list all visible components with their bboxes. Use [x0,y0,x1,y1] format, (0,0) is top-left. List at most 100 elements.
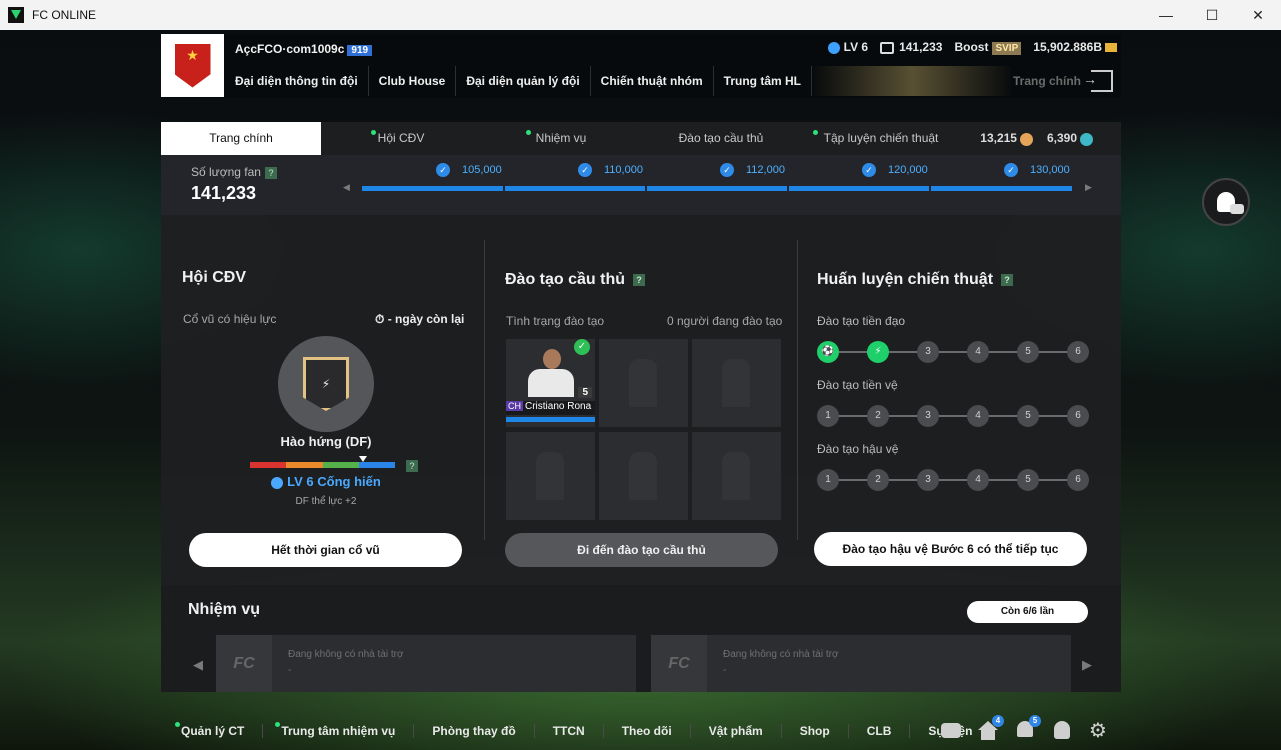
tactic-step[interactable]: 4 [967,341,989,363]
nav-training-center[interactable]: Trung tâm HL [714,66,813,96]
training-slot-empty[interactable] [692,432,781,520]
bottom-nav-club[interactable]: CLB [867,724,892,738]
help-icon[interactable]: ? [264,166,277,179]
tactic-step[interactable]: 5 [1017,469,1039,491]
check-icon: ✓ [436,163,450,177]
training-count: 0 người đang đào tạo [667,314,783,328]
training-slot-empty[interactable] [506,432,595,520]
minimize-button[interactable]: — [1143,0,1189,30]
tactic-step[interactable]: 5 [1017,405,1039,427]
cheer-emblem[interactable]: ⚡ [278,336,374,432]
chat-icon[interactable] [941,721,961,741]
bottom-nav-locker-room[interactable]: Phòng thay đồ [432,724,515,738]
milestone[interactable]: ✓ 130,000 [1004,163,1070,177]
profile-icon[interactable] [1052,721,1072,741]
bottom-nav-manager[interactable]: Quản lý CT [175,722,244,738]
fan-milestones: ✓ 105,000 ✓ 110,000 ✓ 112,000 ✓ 120,000 ✓ 130… [362,159,1072,181]
defender-training-button[interactable]: Đào tạo hậu vệ Bước 6 có thể tiếp tục [814,532,1087,566]
bottom-nav-follow[interactable]: Theo dõi [622,724,672,738]
nav-team-tactics[interactable]: Chiến thuật nhóm [591,66,714,96]
gear-icon[interactable]: ⚙ [1089,721,1109,741]
milestone[interactable]: ✓ 110,000 [578,163,643,177]
chevron-right-icon[interactable]: ▶ [1085,182,1092,193]
mission-card[interactable]: FC Đang không có nhà tài trợ - [651,635,1071,692]
cheer-meter [250,462,395,468]
tactic-step[interactable]: 6 [1067,469,1089,491]
fan-stat: 141,233 [880,40,942,54]
window-titlebar: FC ONLINE — ☐ ✕ [0,0,1281,30]
chevron-left-icon[interactable]: ◀ [193,657,203,673]
nav-team-management[interactable]: Đại diện quản lý đội [456,66,591,96]
bottom-nav-items[interactable]: Vật phẩm [709,724,763,738]
bottom-nav-shop[interactable]: Shop [800,724,830,738]
missions-remaining[interactable]: Còn 6/6 lần [967,601,1088,623]
tactic-step-completed[interactable]: ⚽ [817,341,839,363]
mission-text: Đang không có nhà tài trợ [288,649,404,660]
nav-club-house[interactable]: Club House [369,66,457,96]
column-divider [797,240,798,540]
check-icon: ✓ [720,163,734,177]
bottom-nav-mission-center[interactable]: Trung tâm nhiệm vụ [275,722,395,738]
tactic-step[interactable]: 3 [917,405,939,427]
tactic-step-completed[interactable]: ⚡ [867,341,889,363]
fan-progress-fill [362,186,1072,191]
milestone[interactable]: ✓ 120,000 [862,163,928,177]
go-to-training-button[interactable]: Đi đến đào tạo cầu thủ [505,533,778,567]
milestone[interactable]: ✓ 112,000 [720,163,785,177]
mission-card[interactable]: FC Đang không có nhà tài trợ - [216,635,636,692]
tactic-step[interactable]: 6 [1067,405,1089,427]
nav-team-info[interactable]: Đại diện thông tin đội [225,66,369,96]
maximize-button[interactable]: ☐ [1189,0,1235,30]
currency-display: 13,215 6,390 [980,122,1093,155]
boost-stat[interactable]: Boost SVIP [954,40,1022,55]
tactic-step[interactable]: 4 [967,469,989,491]
fan-progress-row: Số lượng fan? 141,233 ◀ ▶ ✓ 105,000 ✓ 110,… [161,155,1121,215]
team-header: AçcFCO·com1009c919 LV 6 141,233 BoostSVI… [161,34,1121,98]
check-icon: ✓ [578,163,592,177]
empty-player-icon [536,452,564,500]
bell-icon[interactable]: 5 [1015,715,1041,741]
meter-segment [250,462,287,468]
tactic-step[interactable]: 2 [867,469,889,491]
tactic-step[interactable]: 1 [817,405,839,427]
training-status-label: Tình trạng đào tạo [506,314,605,328]
team-logo[interactable] [161,34,224,97]
cheer-expired-button[interactable]: Hết thời gian cổ vũ [189,533,462,567]
exit-icon[interactable] [1083,70,1113,92]
help-icon[interactable]: ? [406,460,418,472]
social-button[interactable] [1202,178,1250,226]
chevron-left-icon[interactable]: ◀ [343,182,350,193]
nav-home-ghost[interactable]: Trang chính [1013,74,1091,88]
tab-supporters[interactable]: Hội CĐV [321,122,481,155]
bottom-nav-ttcn[interactable]: TTCN [553,724,585,738]
milestone[interactable]: ✓ 105,000 [436,163,502,177]
empty-player-icon [722,452,750,500]
account-info: AçcFCO·com1009c 919 [235,42,373,56]
tab-player-training[interactable]: Đào tạo cầu thủ [641,122,801,155]
tactic-step[interactable]: 1 [817,469,839,491]
bp-coin-icon [1105,43,1117,53]
tab-home[interactable]: Trang chính [161,122,321,155]
tactic-step[interactable]: 3 [917,341,939,363]
tactic-step[interactable]: 3 [917,469,939,491]
tactic-step[interactable]: 6 [1067,341,1089,363]
tab-tactic-practice[interactable]: Tập luyện chiến thuật [801,122,961,155]
help-icon[interactable]: ? [1001,273,1014,286]
close-button[interactable]: ✕ [1235,0,1281,30]
training-slot-empty[interactable] [599,339,688,427]
home-badge: 4 [992,715,1004,727]
help-icon[interactable]: ? [633,273,646,286]
training-slot-player[interactable]: ✓ 5 CH Cristiano Rona [506,339,595,427]
tab-missions[interactable]: Nhiệm vụ [481,122,641,155]
tactic-step[interactable]: 4 [967,405,989,427]
window-title: FC ONLINE [32,8,97,22]
training-slot-empty[interactable] [599,432,688,520]
tactic-row-label: Đào tạo hậu vệ [817,442,899,456]
svip-badge: SVIP [992,42,1022,55]
chevron-right-icon[interactable]: ▶ [1082,657,1092,673]
home-icon[interactable]: 4 [978,715,1004,741]
training-slot-empty[interactable] [692,339,781,427]
tactic-step[interactable]: 5 [1017,341,1039,363]
tactic-step[interactable]: 2 [867,405,889,427]
teal-coin-icon [1080,132,1093,146]
